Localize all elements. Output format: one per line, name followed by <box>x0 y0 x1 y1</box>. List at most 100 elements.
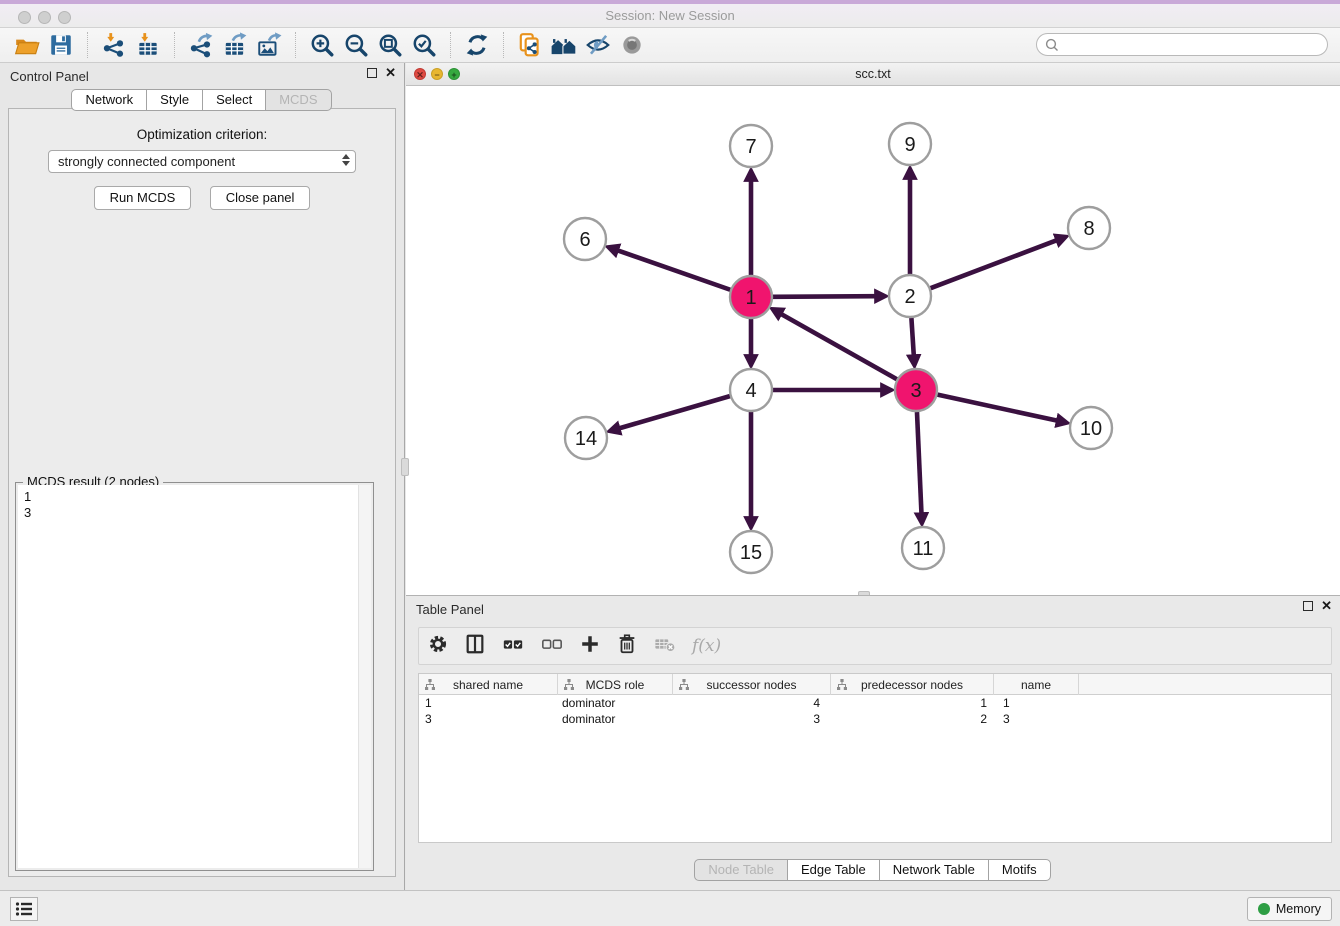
export-table-icon[interactable] <box>218 30 252 60</box>
first-neighbors-icon[interactable] <box>547 30 581 60</box>
control-panel-title: Control Panel <box>10 69 89 84</box>
network-graph[interactable]: 7968124314101511 <box>406 86 1340 595</box>
save-session-icon[interactable] <box>44 30 78 60</box>
status-bar: Memory <box>0 890 1340 926</box>
table-cell: 1 <box>994 695 1079 711</box>
search-input[interactable] <box>1036 33 1328 56</box>
table-tabs: Node TableEdge TableNetwork TableMotifs <box>406 859 1340 881</box>
node-label-2: 2 <box>904 286 915 308</box>
tab-motifs[interactable]: Motifs <box>988 859 1051 881</box>
edge-1-6[interactable] <box>617 250 730 290</box>
table-cell: 2 <box>831 711 994 727</box>
table-cell: 4 <box>673 695 831 711</box>
edge-2-3[interactable] <box>911 318 913 356</box>
tab-network-table[interactable]: Network Table <box>879 859 989 881</box>
column-header-MCDS-role[interactable]: MCDS role <box>558 674 673 695</box>
node-label-4: 4 <box>745 380 756 402</box>
mcds-result-line: 1 <box>24 489 365 505</box>
memory-button[interactable]: Memory <box>1247 897 1332 921</box>
zoom-selected-icon[interactable] <box>407 30 441 60</box>
table-row[interactable]: 3dominator323 <box>419 711 1331 727</box>
node-label-3: 3 <box>910 380 921 402</box>
tab-select[interactable]: Select <box>202 89 266 111</box>
hide-selected-icon[interactable] <box>581 30 615 60</box>
column-header-shared-name[interactable]: shared name <box>419 674 558 695</box>
delete-columns-icon[interactable] <box>616 633 638 660</box>
function-builder-icon[interactable]: f(x) <box>692 636 721 656</box>
node-table: shared nameMCDS rolesuccessor nodesprede… <box>418 673 1332 843</box>
control-panel-tabs: NetworkStyleSelectMCDS <box>0 89 404 111</box>
clone-network-icon[interactable] <box>513 30 547 60</box>
table-settings-icon[interactable] <box>427 633 449 660</box>
zoom-in-icon[interactable] <box>305 30 339 60</box>
table-panel-title: Table Panel <box>416 602 484 617</box>
control-panel-close-button[interactable]: ✕ <box>385 68 396 78</box>
toggle-panel-icon[interactable] <box>464 633 486 660</box>
control-panel-float-button[interactable] <box>367 68 377 78</box>
table-cell: 3 <box>673 711 831 727</box>
search-icon <box>1044 37 1060 53</box>
table-panel-float-button[interactable] <box>1303 601 1313 611</box>
refresh-icon[interactable] <box>460 30 494 60</box>
network-canvas[interactable]: 7968124314101511 <box>406 86 1340 595</box>
zoom-out-icon[interactable] <box>339 30 373 60</box>
memory-status-icon <box>1258 903 1270 915</box>
table-row[interactable]: 1dominator411 <box>419 695 1331 711</box>
select-all-icon[interactable] <box>501 633 525 660</box>
edge-2-8[interactable] <box>931 240 1058 288</box>
control-panel: Control Panel ✕ NetworkStyleSelectMCDS O… <box>0 63 405 890</box>
edge-4-14[interactable] <box>619 396 730 428</box>
result-scrollbar[interactable] <box>358 485 371 868</box>
export-image-icon[interactable] <box>252 30 286 60</box>
network-title: scc.txt <box>406 67 1340 81</box>
edge-1-2[interactable] <box>773 296 876 297</box>
mcds-result-group: MCDS result (2 nodes) 13 <box>15 482 374 871</box>
criterion-select[interactable]: strongly connected component <box>48 150 356 173</box>
node-label-15: 15 <box>740 542 762 564</box>
table-cell: 3 <box>994 711 1079 727</box>
table-panel-close-button[interactable]: ✕ <box>1321 601 1332 611</box>
column-header-name[interactable]: name <box>994 674 1079 695</box>
window-title: Session: New Session <box>0 8 1340 23</box>
zoom-fit-icon[interactable] <box>373 30 407 60</box>
main-toolbar <box>0 28 1340 63</box>
tab-style[interactable]: Style <box>146 89 203 111</box>
deselect-all-icon[interactable] <box>540 633 564 660</box>
show-all-icon[interactable] <box>615 30 649 60</box>
table-toolbar: f(x) <box>418 627 1332 665</box>
node-label-1: 1 <box>745 287 756 309</box>
node-label-14: 14 <box>575 428 597 450</box>
close-panel-button[interactable]: Close panel <box>210 186 311 210</box>
column-label: name <box>1021 678 1051 692</box>
table-cell: 1 <box>419 695 558 711</box>
open-session-icon[interactable] <box>10 30 44 60</box>
memory-label: Memory <box>1276 902 1321 916</box>
tab-edge-table[interactable]: Edge Table <box>787 859 880 881</box>
import-network-icon[interactable] <box>97 30 131 60</box>
select-stepper-icon <box>342 154 350 166</box>
node-label-10: 10 <box>1080 418 1102 440</box>
vertical-splitter-handle[interactable] <box>401 458 409 476</box>
table-cell: dominator <box>558 695 673 711</box>
criterion-value: strongly connected component <box>58 154 235 169</box>
delete-table-icon[interactable] <box>653 633 677 660</box>
edge-3-11[interactable] <box>917 412 922 514</box>
edge-3-10[interactable] <box>937 395 1057 421</box>
create-column-icon[interactable] <box>579 633 601 660</box>
mcds-result-box[interactable]: 13 <box>18 485 371 868</box>
column-header-successor-nodes[interactable]: successor nodes <box>673 674 831 695</box>
table-cell: dominator <box>558 711 673 727</box>
tab-node-table[interactable]: Node Table <box>694 859 788 881</box>
node-label-8: 8 <box>1083 218 1094 240</box>
network-list-button[interactable] <box>10 897 38 921</box>
node-label-6: 6 <box>579 229 590 251</box>
edge-3-1[interactable] <box>781 314 897 380</box>
export-network-icon[interactable] <box>184 30 218 60</box>
tab-network[interactable]: Network <box>71 89 147 111</box>
control-panel-header: Control Panel ✕ <box>0 63 404 89</box>
run-mcds-button[interactable]: Run MCDS <box>94 186 192 210</box>
import-table-icon[interactable] <box>131 30 165 60</box>
tab-mcds[interactable]: MCDS <box>265 89 331 111</box>
column-header-predecessor-nodes[interactable]: predecessor nodes <box>831 674 994 695</box>
network-window-titlebar: ✕ − + scc.txt <box>406 63 1340 86</box>
